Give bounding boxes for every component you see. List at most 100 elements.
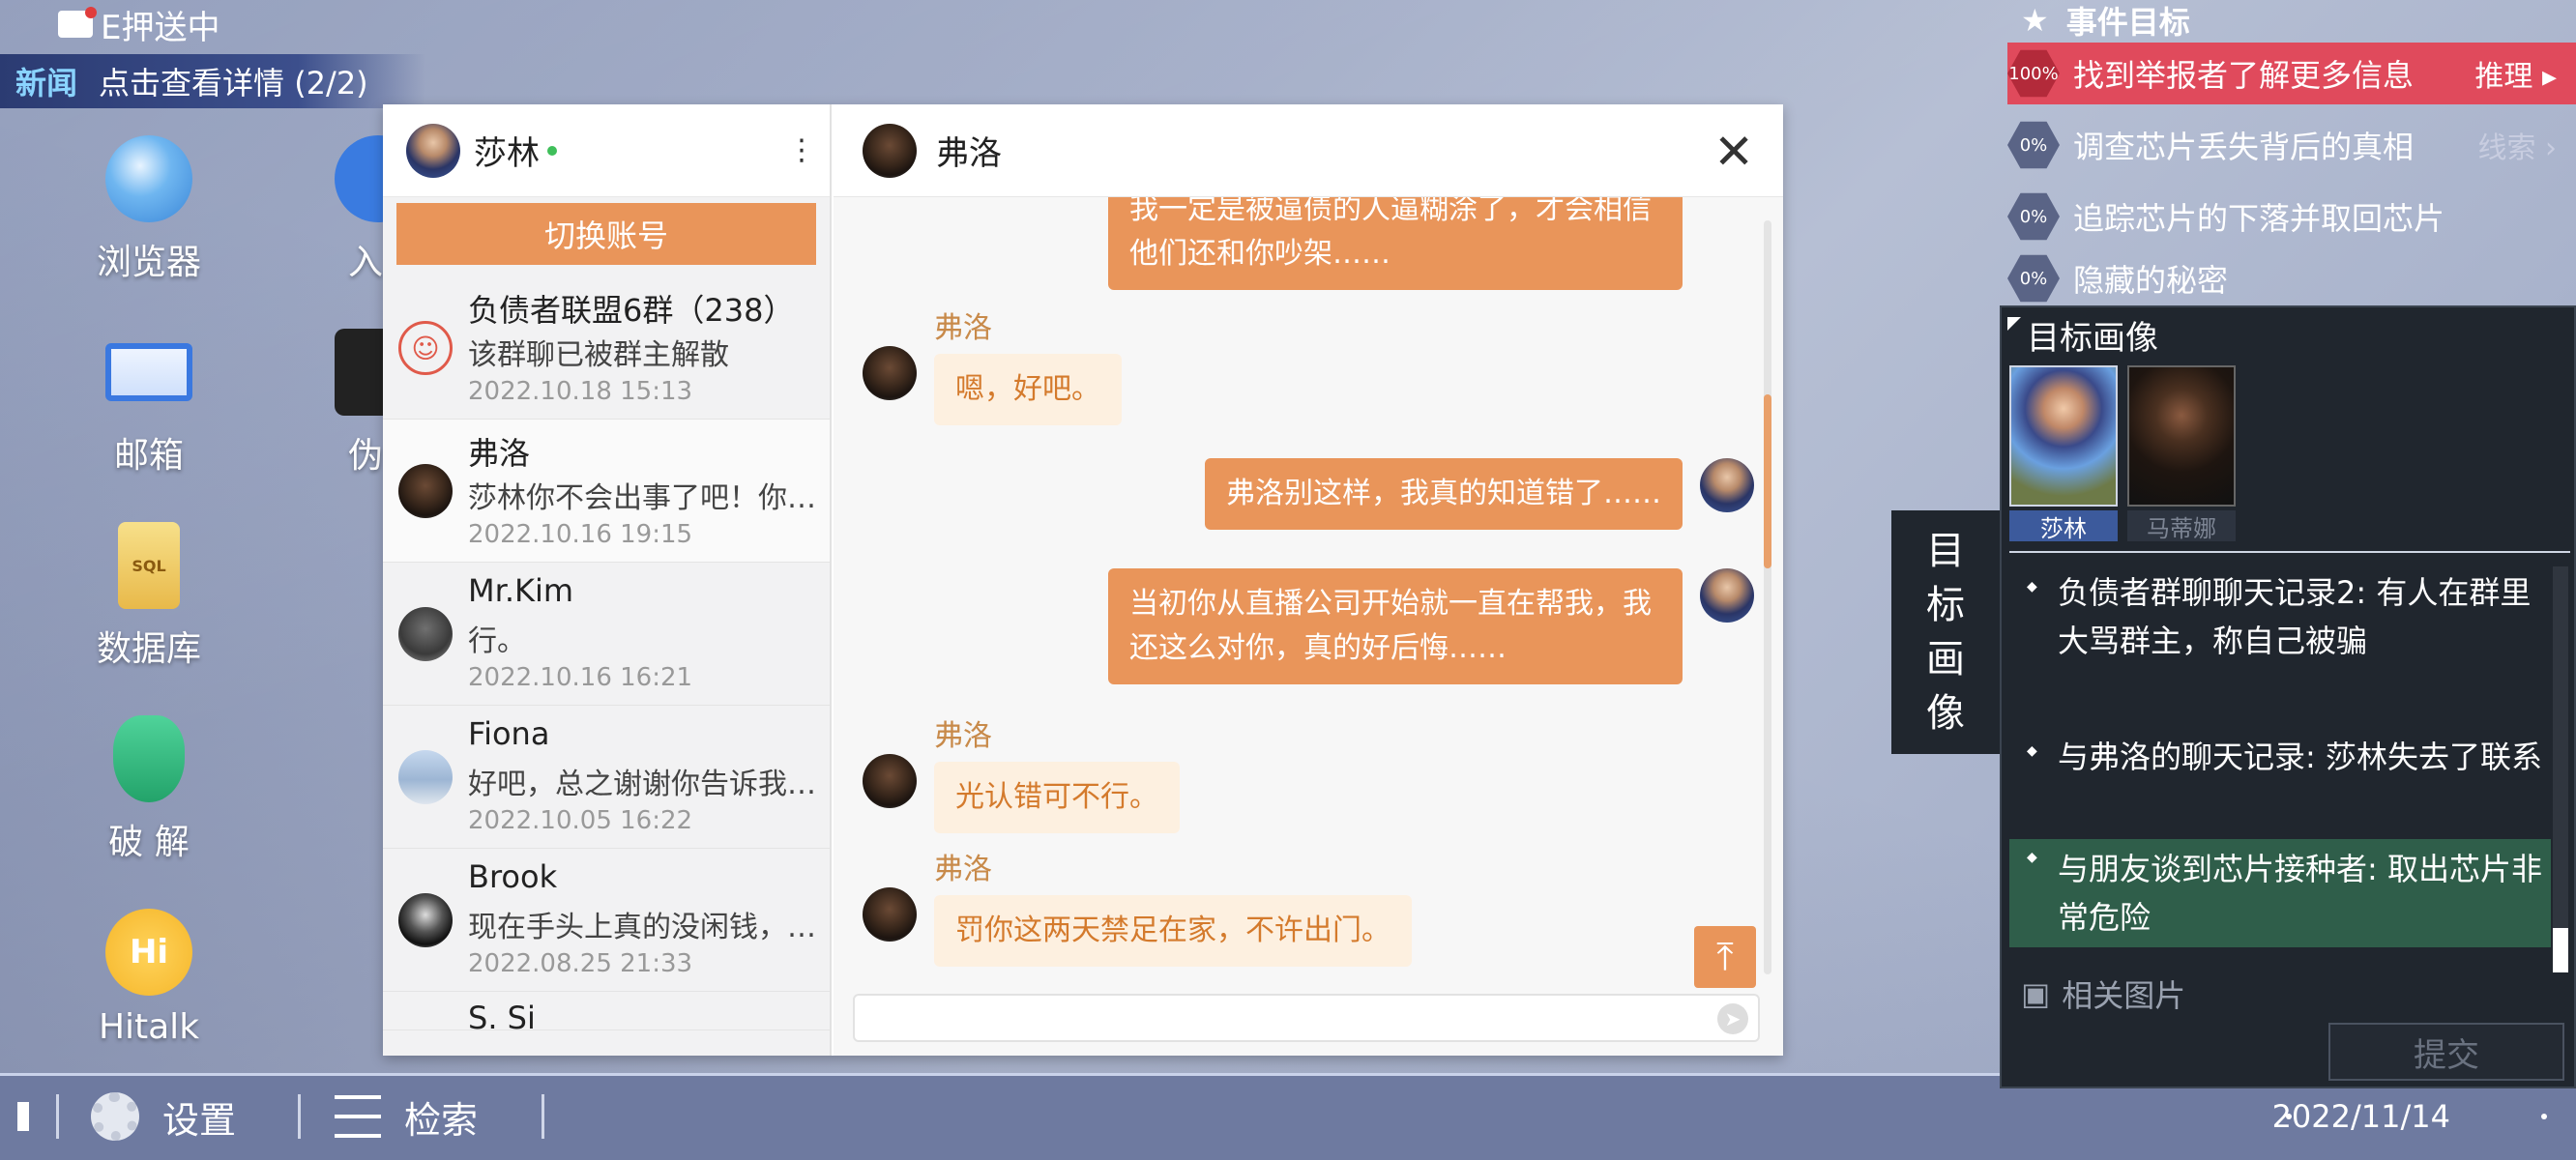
conversation-time: 2022.10.18 15:13 xyxy=(468,377,693,406)
desktop-icon-partial-1[interactable]: 入 xyxy=(309,135,383,284)
chat-window: 莎林 ⋮ 切换账号 ☺ 负债者联盟6群（238） 该群聊已被群主解散 2022.… xyxy=(383,104,1783,1056)
contact-avatar xyxy=(398,464,453,518)
progress-hex: 0% xyxy=(2007,192,2060,241)
progress-hex: 0% xyxy=(2007,254,2060,303)
conversation-item[interactable]: Mr.Kim 行。 2022.10.16 16:21 xyxy=(383,563,830,706)
globe-icon xyxy=(105,135,192,222)
taskbar-divider xyxy=(298,1094,301,1139)
scrollbar-thumb[interactable] xyxy=(2553,928,2568,972)
target-profile-title: 目标画像 xyxy=(2002,307,2574,362)
portrait-label: 莎林 xyxy=(2009,510,2118,542)
desktop-icon-browser[interactable]: 浏览器 xyxy=(62,135,236,284)
contact-avatar xyxy=(863,346,917,400)
scrollbar-thumb[interactable] xyxy=(1764,394,1771,568)
conversation-list: 莎林 ⋮ 切换账号 ☺ 负债者联盟6群（238） 该群聊已被群主解散 2022.… xyxy=(383,104,832,1056)
message-bubble: 嗯，好吧。 xyxy=(934,354,1122,425)
scroll-to-top-button[interactable]: ⤒ xyxy=(1694,926,1756,988)
clue-item[interactable]: 与弗洛的聊天记录: 莎林失去了联系 xyxy=(2009,727,2551,781)
goal-item[interactable]: 0% 调查芯片丢失背后的真相 线索 › xyxy=(2007,114,2576,176)
send-icon[interactable]: ➤ xyxy=(1717,1003,1748,1034)
marker-bar xyxy=(17,1102,29,1131)
settings-button[interactable]: 设置 xyxy=(91,1073,236,1160)
divider xyxy=(2009,551,2570,553)
desktop-icon-label: Hitalk xyxy=(98,1007,200,1047)
account-avatar xyxy=(406,123,460,178)
conversation-time: 2022.08.25 21:33 xyxy=(468,949,693,978)
account-avatar xyxy=(1700,458,1754,512)
target-profile-tab[interactable]: 目 标 画 像 xyxy=(1891,510,2000,754)
conversation-preview: 好吧，总之谢谢你告诉我这些 xyxy=(468,768,816,801)
desktop-icon-crack[interactable]: 破 解 xyxy=(62,715,236,864)
clue-button[interactable]: 线索 › xyxy=(2477,124,2557,166)
submit-button[interactable]: 提交 xyxy=(2328,1023,2564,1081)
chat-scrollbar[interactable] xyxy=(1764,220,1771,974)
message-outgoing: 当初你从直播公司开始就一直在帮我，我还这么对你，真的好后悔…… xyxy=(1108,568,1754,684)
message-incoming: 弗洛 嗯，好吧。 xyxy=(863,304,1122,425)
notification-mail-icon xyxy=(58,7,97,38)
message-sender: 弗洛 xyxy=(934,719,992,753)
taskbar-marker xyxy=(17,1073,29,1160)
close-icon[interactable]: ✕ xyxy=(1713,124,1754,180)
tab-char: 目 xyxy=(1926,529,1965,573)
desktop-icon-label: 数据库 xyxy=(96,629,201,669)
news-text: 点击查看详情 (2/2) xyxy=(99,65,368,102)
desktop-icon-label: 邮箱 xyxy=(113,436,184,476)
conversation-item[interactable]: S. Si xyxy=(383,992,830,1036)
related-images[interactable]: ▣ 相关图片 xyxy=(2009,974,2561,1014)
date-display: 2022/11/14 xyxy=(2271,1098,2450,1135)
target-profile-panel: 目标画像 莎林 马蒂娜 负债者群聊聊天记录2: 有人在群里大骂群主，称自己被骗 … xyxy=(2000,305,2576,1088)
taskbar-divider xyxy=(56,1094,59,1139)
conversation-time: 2022.10.05 16:22 xyxy=(468,806,693,835)
clue-item-selected[interactable]: 与朋友谈到芯片接种者: 取出芯片非常危险 xyxy=(2009,833,2551,947)
desktop-icon-label: 入 xyxy=(347,243,383,282)
portrait-sharin[interactable] xyxy=(2009,365,2118,507)
desktop-icon-hitalk[interactable]: Hi Hitalk xyxy=(62,909,236,1047)
message-bubble: 光认错可不行。 xyxy=(934,762,1180,833)
desktop-icon-mail[interactable]: 邮箱 xyxy=(62,329,236,478)
clue-item[interactable]: 负债者群聊聊天记录2: 有人在群里大骂群主，称自己被骗 xyxy=(2009,563,2551,665)
conversation-name: Fiona xyxy=(468,715,550,752)
desktop-icon-label: 伪 xyxy=(347,436,383,476)
conversation-preview: 该群聊已被群主解散 xyxy=(468,338,729,372)
more-options-icon[interactable]: ⋮ xyxy=(787,133,816,167)
goal-text: 追踪芯片的下落并取回芯片 xyxy=(2073,200,2445,237)
status-text: E押送中 xyxy=(101,8,220,47)
message-sender: 弗洛 xyxy=(934,853,992,886)
message-bubble: 罚你这两天禁足在家，不许出门。 xyxy=(934,895,1412,967)
account-name: 莎林 xyxy=(474,134,540,173)
goal-text: 隐藏的秘密 xyxy=(2073,262,2229,299)
deduce-button[interactable]: 推理 ▸ xyxy=(2474,52,2557,95)
goal-item[interactable]: 100% 找到举报者了解更多信息 推理 ▸ xyxy=(2007,43,2576,104)
conversation-item[interactable]: Fiona 好吧，总之谢谢你告诉我这些 2022.10.05 16:22 xyxy=(383,706,830,849)
progress-hex: 0% xyxy=(2007,121,2060,169)
goal-item[interactable]: 0% 追踪芯片的下落并取回芯片 xyxy=(2007,186,2576,247)
group-chat-icon: ☺ xyxy=(398,321,453,375)
clue-scrollbar[interactable] xyxy=(2553,566,2568,972)
conversation-item[interactable]: 弗洛 莎林你不会出事了吧！你在哪 2022.10.16 19:15 xyxy=(383,420,830,563)
status-bar: E押送中 xyxy=(58,0,220,48)
settings-label: 设置 xyxy=(162,1098,237,1142)
search-button[interactable]: 检索 xyxy=(335,1073,478,1160)
desktop-icon-database[interactable]: SQL 数据库 xyxy=(62,522,236,671)
online-status-dot xyxy=(547,145,557,156)
conversation-item[interactable]: Brook 现在手头上真的没闲钱，下个月 2022.08.25 21:33 xyxy=(383,849,830,992)
taskbar-divider xyxy=(542,1094,544,1139)
related-images-label: 相关图片 xyxy=(2062,977,2186,1014)
portrait-martina[interactable] xyxy=(2127,365,2236,507)
contact-avatar xyxy=(863,887,917,942)
conversation-item[interactable]: ☺ 负债者联盟6群（238） 该群聊已被群主解散 2022.10.18 15:1… xyxy=(383,276,830,420)
contact-avatar xyxy=(863,123,917,178)
chevron-right-icon: › xyxy=(2545,131,2557,165)
list-search-icon xyxy=(335,1095,381,1138)
account-avatar xyxy=(1700,568,1754,623)
message-input[interactable]: ➤ xyxy=(853,994,1760,1042)
desktop-icon-partial-2[interactable]: 伪 xyxy=(309,329,383,478)
switch-account-button[interactable]: 切换账号 xyxy=(396,203,816,265)
message-sender: 弗洛 xyxy=(934,311,992,345)
conversation-time: 2022.10.16 16:21 xyxy=(468,663,693,692)
star-icon: ★ xyxy=(2021,2,2049,39)
portrait-label: 马蒂娜 xyxy=(2127,510,2236,542)
goal-item[interactable]: 0% 隐藏的秘密 xyxy=(2007,253,2576,304)
play-icon: ▸ xyxy=(2541,60,2557,94)
news-banner[interactable]: 新闻 点击查看详情 (2/2) xyxy=(0,54,425,108)
